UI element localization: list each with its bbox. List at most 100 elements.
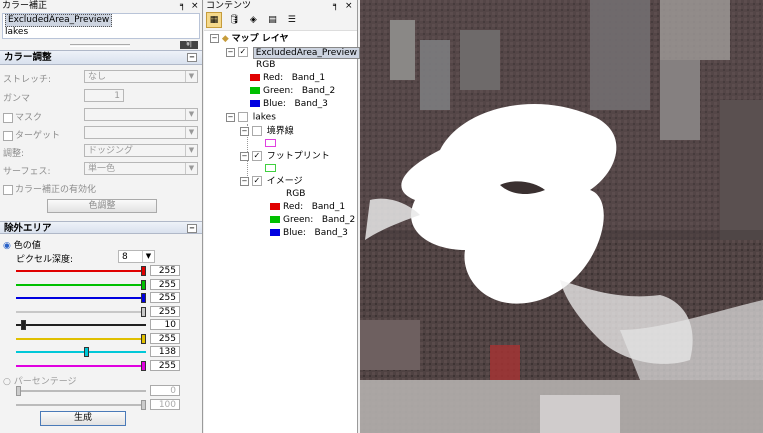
visibility-checkbox[interactable]: ✓ xyxy=(251,151,262,161)
slider-thumb[interactable] xyxy=(141,360,146,371)
toggle-icon[interactable]: ¥| xyxy=(180,41,198,49)
close-icon[interactable]: × xyxy=(191,0,199,12)
channel-slider[interactable] xyxy=(16,333,146,345)
map-layer-node[interactable]: − ◆ マップ レイヤ xyxy=(210,34,289,45)
collapse-icon[interactable]: − xyxy=(240,126,249,136)
channel-value-input[interactable]: 255 xyxy=(150,359,180,371)
collapse-icon[interactable]: − xyxy=(240,176,249,186)
adjust-select[interactable]: ドッジング ▼ xyxy=(84,144,198,157)
list-by-visibility-icon[interactable]: ◈ xyxy=(246,13,260,27)
channel-value-input[interactable]: 255 xyxy=(150,292,180,303)
excluded-layer-node[interactable]: − ✓ ExcludedArea_Preview xyxy=(226,46,360,59)
boundary-node[interactable]: − 境界線 xyxy=(240,126,294,138)
collapse-icon[interactable]: − xyxy=(187,53,197,62)
visibility-checkbox[interactable]: ✓ xyxy=(251,176,262,186)
map-view[interactable] xyxy=(360,0,763,433)
rgb-label: RGB xyxy=(256,60,276,70)
channel-value-input[interactable]: 138 xyxy=(150,346,180,357)
layers-icon: ◆ xyxy=(221,34,229,44)
list-by-drawing-order-icon[interactable]: ▦ xyxy=(206,12,222,28)
color-adjust-button[interactable]: 色調整 xyxy=(47,199,157,213)
chevron-down-icon[interactable]: ▼ xyxy=(142,251,154,262)
pct-low-input[interactable]: 0 xyxy=(150,385,180,396)
layer-item-lakes[interactable]: lakes xyxy=(3,27,199,38)
color-section-header[interactable]: カラー調整 − xyxy=(0,50,202,65)
radio-icon[interactable]: ○ xyxy=(3,377,11,387)
pct-high-slider[interactable] xyxy=(16,399,146,411)
pct-low-slider[interactable] xyxy=(16,385,146,397)
target-row[interactable]: ターゲット xyxy=(3,128,60,141)
visibility-checkbox[interactable] xyxy=(251,126,262,136)
slider-track xyxy=(16,270,146,272)
stretch-select[interactable]: なし ▼ xyxy=(84,70,198,83)
visibility-checkbox[interactable] xyxy=(237,112,248,122)
channel-slider[interactable] xyxy=(16,360,146,372)
channel-slider[interactable] xyxy=(16,265,146,277)
channel-value-input[interactable]: 255 xyxy=(150,265,180,276)
pin-icon[interactable]: ╕ xyxy=(333,0,338,12)
channel-value-input[interactable]: 255 xyxy=(150,278,180,290)
channel-value-input[interactable]: 255 xyxy=(150,332,180,344)
slider-thumb[interactable] xyxy=(141,266,146,276)
channel-slider[interactable] xyxy=(16,279,146,291)
target-checkbox[interactable] xyxy=(3,130,13,141)
collapse-icon[interactable]: − xyxy=(187,224,197,233)
channel-slider[interactable] xyxy=(16,346,146,358)
visibility-checkbox[interactable]: ✓ xyxy=(237,47,248,57)
pin-icon[interactable]: ╕ xyxy=(180,0,185,12)
layer-item-excluded[interactable]: ExcludedArea_Preview xyxy=(5,14,113,27)
color-correction-panel: カラー補正 ╕ × ExcludedArea_Preview lakes ¥| … xyxy=(0,0,203,433)
channel-value-input[interactable]: 10 xyxy=(150,319,180,330)
slider-thumb[interactable] xyxy=(141,279,146,290)
exclude-section-header[interactable]: 除外エリア − xyxy=(0,221,202,234)
band-legend-item: Green: Band_2 xyxy=(270,215,355,226)
channel-slider[interactable] xyxy=(16,319,146,331)
channel-slider[interactable] xyxy=(16,306,146,318)
image-node[interactable]: − ✓ イメージ xyxy=(240,176,303,188)
chevron-down-icon[interactable]: ▼ xyxy=(185,109,197,120)
band-legend-item: Blue: Band_3 xyxy=(270,228,348,239)
mask-select[interactable]: ▼ xyxy=(84,108,198,121)
target-select[interactable]: ▼ xyxy=(84,126,198,139)
enable-checkbox[interactable] xyxy=(3,184,13,195)
color-value-radio[interactable]: ◉ 色の値 xyxy=(3,238,41,251)
gamma-input[interactable]: 1 xyxy=(84,89,124,102)
collapse-icon[interactable]: − xyxy=(240,151,249,161)
band-label: Red: Band_1 xyxy=(263,73,326,83)
generate-button[interactable]: 生成 xyxy=(40,411,126,426)
pixel-depth-label: ピクセル深度: xyxy=(16,255,74,265)
satellite-image xyxy=(360,0,763,433)
slider-thumb[interactable] xyxy=(141,333,146,344)
layer-list[interactable]: ExcludedArea_Preview lakes xyxy=(2,13,200,39)
collapse-icon[interactable]: − xyxy=(226,112,235,122)
color-swatch xyxy=(250,100,260,107)
lakes-node[interactable]: − lakes xyxy=(226,112,276,124)
slider-thumb[interactable] xyxy=(141,306,146,317)
collapse-icon[interactable]: − xyxy=(226,47,235,57)
collapse-icon[interactable]: − xyxy=(210,34,219,43)
options-icon[interactable]: ☰ xyxy=(285,13,299,27)
mask-row[interactable]: マスク xyxy=(3,110,42,123)
slider-thumb[interactable] xyxy=(83,347,89,357)
mask-checkbox[interactable] xyxy=(3,112,13,123)
pixel-depth-select[interactable]: 8 ▼ xyxy=(118,250,155,263)
close-icon[interactable]: × xyxy=(345,0,353,12)
list-by-selection-icon[interactable]: ▤ xyxy=(266,13,280,27)
pct-high-input[interactable]: 100 xyxy=(150,399,180,410)
slider-thumb[interactable] xyxy=(21,320,26,330)
chevron-down-icon[interactable]: ▼ xyxy=(185,145,197,156)
list-by-source-icon[interactable]: 🛢 xyxy=(227,13,241,27)
splitter[interactable]: ¥| xyxy=(0,40,202,50)
surface-select[interactable]: 単一色 ▼ xyxy=(84,162,198,175)
chevron-down-icon[interactable]: ▼ xyxy=(185,71,197,82)
footprint-node[interactable]: − ✓ フットプリント xyxy=(240,151,330,163)
enable-row[interactable]: カラー補正の有効化 xyxy=(3,182,96,195)
radio-icon[interactable]: ◉ xyxy=(3,241,11,251)
chevron-down-icon[interactable]: ▼ xyxy=(185,127,197,138)
band-label: Green: Band_2 xyxy=(263,86,336,96)
surface-label: サーフェス: xyxy=(3,167,51,177)
chevron-down-icon[interactable]: ▼ xyxy=(185,163,197,174)
channel-slider[interactable] xyxy=(16,292,146,304)
slider-thumb[interactable] xyxy=(141,293,146,303)
channel-value-input[interactable]: 255 xyxy=(150,305,180,317)
